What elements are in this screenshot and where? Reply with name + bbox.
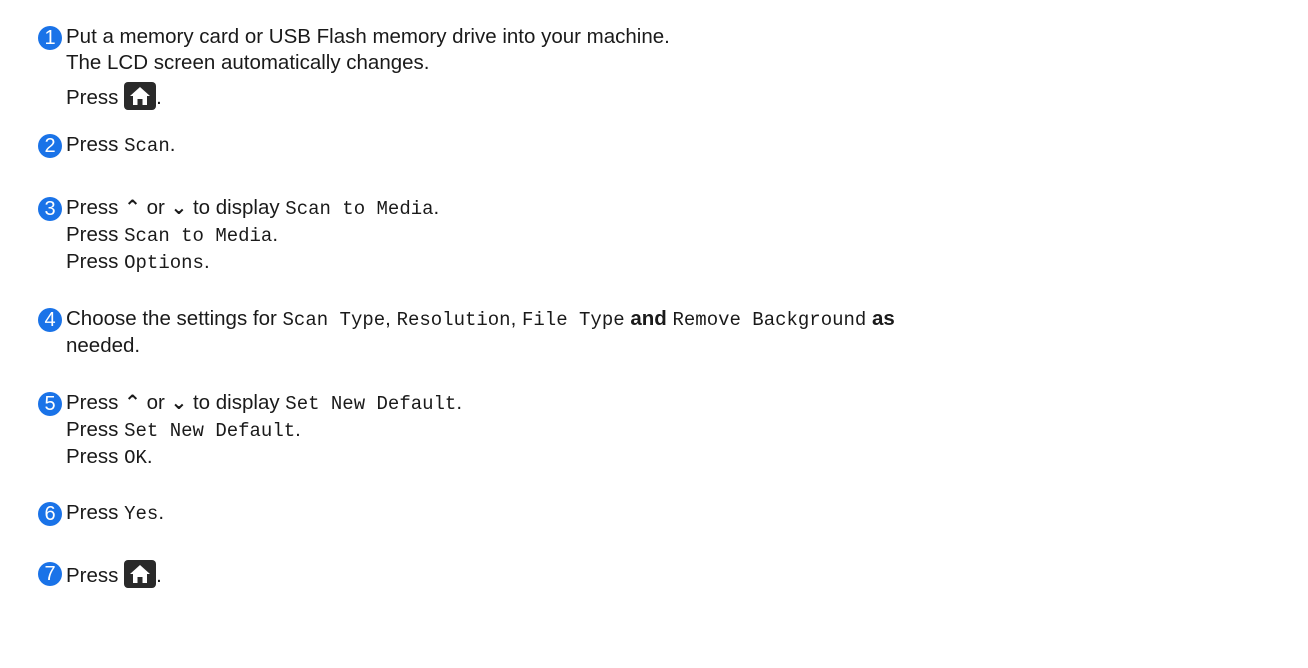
lcd-option-text: Yes bbox=[124, 503, 159, 525]
step-line: Press Scan. bbox=[66, 132, 1306, 159]
lcd-option-text: Scan to Media bbox=[124, 225, 273, 247]
home-icon bbox=[124, 82, 157, 110]
punctuation: , bbox=[385, 307, 391, 330]
punctuation: . bbox=[169, 133, 176, 156]
step-number-badge: 2 bbox=[38, 134, 62, 158]
step-line: Press Set New Default. bbox=[66, 417, 1306, 444]
punctuation: . bbox=[158, 501, 165, 524]
press-label: Press bbox=[66, 445, 119, 468]
punctuation: . bbox=[203, 250, 210, 273]
lcd-option-text: Scan to Media bbox=[285, 198, 434, 220]
press-label: Press bbox=[66, 223, 119, 246]
step-line: Choose the settings for Scan Type, Resol… bbox=[66, 306, 1306, 333]
punctuation: . bbox=[456, 391, 463, 414]
press-label: Press bbox=[66, 564, 119, 587]
lcd-option-text: OK bbox=[124, 447, 147, 469]
step-number-badge: 5 bbox=[38, 392, 62, 416]
and-label: and bbox=[630, 307, 667, 330]
to-display-label: to display bbox=[192, 196, 280, 219]
down-arrow-icon: ⌄ bbox=[170, 392, 188, 414]
step-line: Press . bbox=[66, 560, 1306, 589]
press-label: Press bbox=[66, 86, 119, 109]
or-label: or bbox=[146, 196, 165, 219]
down-arrow-icon: ⌄ bbox=[170, 197, 188, 219]
step-body: Press ⌃ or ⌄ to display Scan to Media. P… bbox=[66, 195, 1306, 276]
step-line: Press ⌃ or ⌄ to display Set New Default. bbox=[66, 390, 1306, 417]
press-label: Press bbox=[66, 133, 119, 156]
punctuation: . bbox=[146, 445, 153, 468]
press-label: Press bbox=[66, 501, 119, 524]
up-arrow-icon: ⌃ bbox=[124, 392, 141, 414]
step-body: Press Scan. bbox=[66, 132, 1306, 159]
as-label: as bbox=[872, 307, 895, 330]
press-label: Press bbox=[66, 250, 119, 273]
or-label: or bbox=[146, 391, 165, 414]
step-line: needed. bbox=[66, 334, 141, 357]
press-label: Press bbox=[66, 391, 119, 414]
step-number-badge: 6 bbox=[38, 502, 62, 526]
lcd-option-text: Options bbox=[124, 252, 204, 274]
lcd-option-text: Scan Type bbox=[282, 309, 386, 331]
instruction-text: Choose the settings for bbox=[66, 307, 277, 330]
step-line: Press . bbox=[66, 82, 1306, 111]
punctuation: , bbox=[510, 307, 517, 330]
step-line: Press Scan to Media. bbox=[66, 222, 1306, 249]
step-line: Press Yes. bbox=[66, 500, 1306, 527]
punctuation: . bbox=[156, 564, 162, 587]
step-body: Choose the settings for Scan Type, Resol… bbox=[66, 306, 1306, 359]
step-line: Press ⌃ or ⌄ to display Scan to Media. bbox=[66, 195, 1306, 222]
press-label: Press bbox=[66, 418, 119, 441]
punctuation: . bbox=[433, 196, 440, 219]
home-icon bbox=[124, 560, 157, 588]
lcd-option-text: Scan bbox=[124, 135, 170, 157]
step-body: Press Yes. bbox=[66, 500, 1306, 527]
lcd-option-text: Resolution bbox=[396, 309, 511, 331]
to-display-label: to display bbox=[192, 391, 280, 414]
step-line: Put a memory card or USB Flash memory dr… bbox=[66, 25, 670, 48]
step-body: Put a memory card or USB Flash memory dr… bbox=[66, 24, 1306, 111]
lcd-option-text: File Type bbox=[522, 309, 625, 331]
lcd-option-text: Set New Default bbox=[124, 420, 296, 442]
punctuation: . bbox=[295, 418, 301, 441]
step-number-badge: 1 bbox=[38, 26, 62, 50]
punctuation: . bbox=[272, 223, 279, 246]
punctuation: . bbox=[156, 86, 162, 109]
lcd-option-text: Remove Background bbox=[672, 309, 867, 331]
step-number-badge: 7 bbox=[38, 562, 62, 586]
lcd-option-text: Set New Default bbox=[285, 393, 457, 415]
press-label: Press bbox=[66, 196, 119, 219]
step-line: Press OK. bbox=[66, 444, 1306, 471]
step-line: Press Options. bbox=[66, 249, 1306, 276]
step-line: The LCD screen automatically changes. bbox=[66, 51, 430, 74]
step-body: Press ⌃ or ⌄ to display Set New Default.… bbox=[66, 390, 1306, 471]
step-number-badge: 4 bbox=[38, 308, 62, 332]
up-arrow-icon: ⌃ bbox=[124, 197, 141, 219]
step-body: Press . bbox=[66, 560, 1306, 589]
step-number-badge: 3 bbox=[38, 197, 62, 221]
